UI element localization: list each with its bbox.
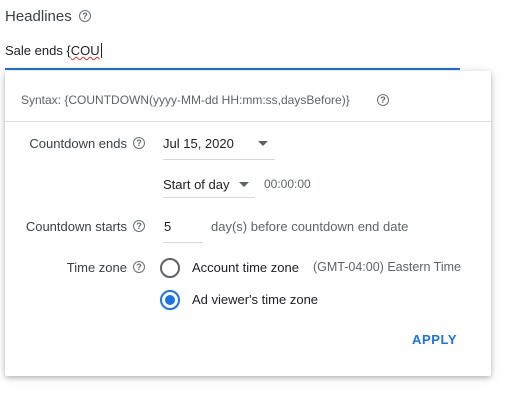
time-mode-value: Start of day	[163, 177, 230, 192]
account-time-zone-label[interactable]: Account time zone	[192, 260, 299, 275]
apply-button[interactable]: APPLY	[412, 332, 457, 347]
viewer-time-zone-label[interactable]: Ad viewer's time zone	[192, 292, 318, 307]
end-date-value: Jul 15, 2020	[163, 136, 234, 151]
syntax-help-icon[interactable]	[377, 94, 389, 106]
days-before-value: 5	[164, 219, 172, 234]
days-before-suffix: day(s) before countdown end date	[211, 219, 409, 234]
headlines-help-icon[interactable]	[79, 10, 91, 22]
account-time-zone-detail: (GMT-04:00) Eastern Time	[313, 260, 461, 274]
headline-input-misspelled: COU	[70, 43, 100, 58]
viewer-time-zone-radio-icon[interactable]	[160, 290, 180, 310]
headline-input-prefix: Sale ends {	[5, 43, 71, 58]
countdown-ends-help-icon[interactable]	[133, 137, 145, 149]
time-zone-help-icon[interactable]	[133, 261, 145, 273]
dropdown-caret-icon[interactable]	[258, 141, 268, 146]
countdown-starts-label: Countdown starts	[25, 219, 127, 234]
account-time-zone-radio-icon[interactable]	[160, 258, 180, 278]
syntax-hint: Syntax: {COUNTDOWN(yyyy-MM-dd HH:mm:ss,d…	[21, 93, 350, 107]
text-cursor	[100, 43, 102, 58]
panel-divider	[5, 121, 491, 122]
countdown-starts-help-icon[interactable]	[133, 220, 145, 232]
time-zone-label: Time zone	[66, 260, 127, 275]
headline-input-value: Sale ends {COU	[5, 43, 102, 58]
dropdown-caret-icon[interactable]	[239, 182, 249, 187]
end-time-value: 00:00:00	[264, 177, 311, 191]
countdown-ends-label: Countdown ends	[29, 136, 127, 151]
headlines-label: Headlines	[5, 8, 72, 25]
